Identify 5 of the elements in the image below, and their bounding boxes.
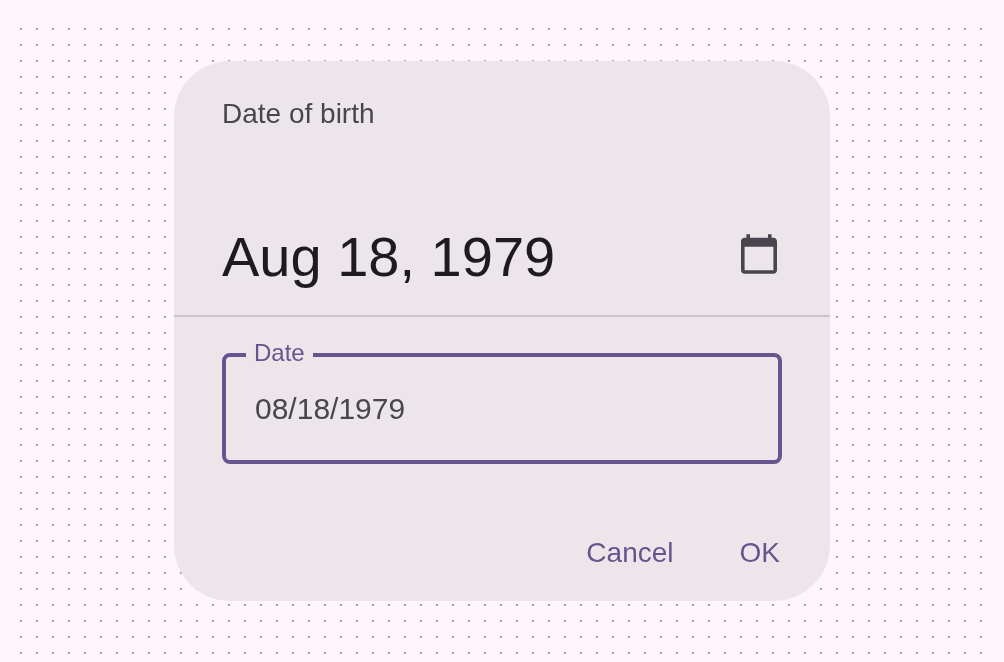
dialog-title: Date of birth [222,97,375,131]
text-button[interactable]: OK [727,521,792,585]
calendar-icon[interactable] [741,233,777,274]
text-button[interactable]: Cancel [574,521,686,585]
selected-date-headline: Aug 18, 1979 [222,224,556,290]
